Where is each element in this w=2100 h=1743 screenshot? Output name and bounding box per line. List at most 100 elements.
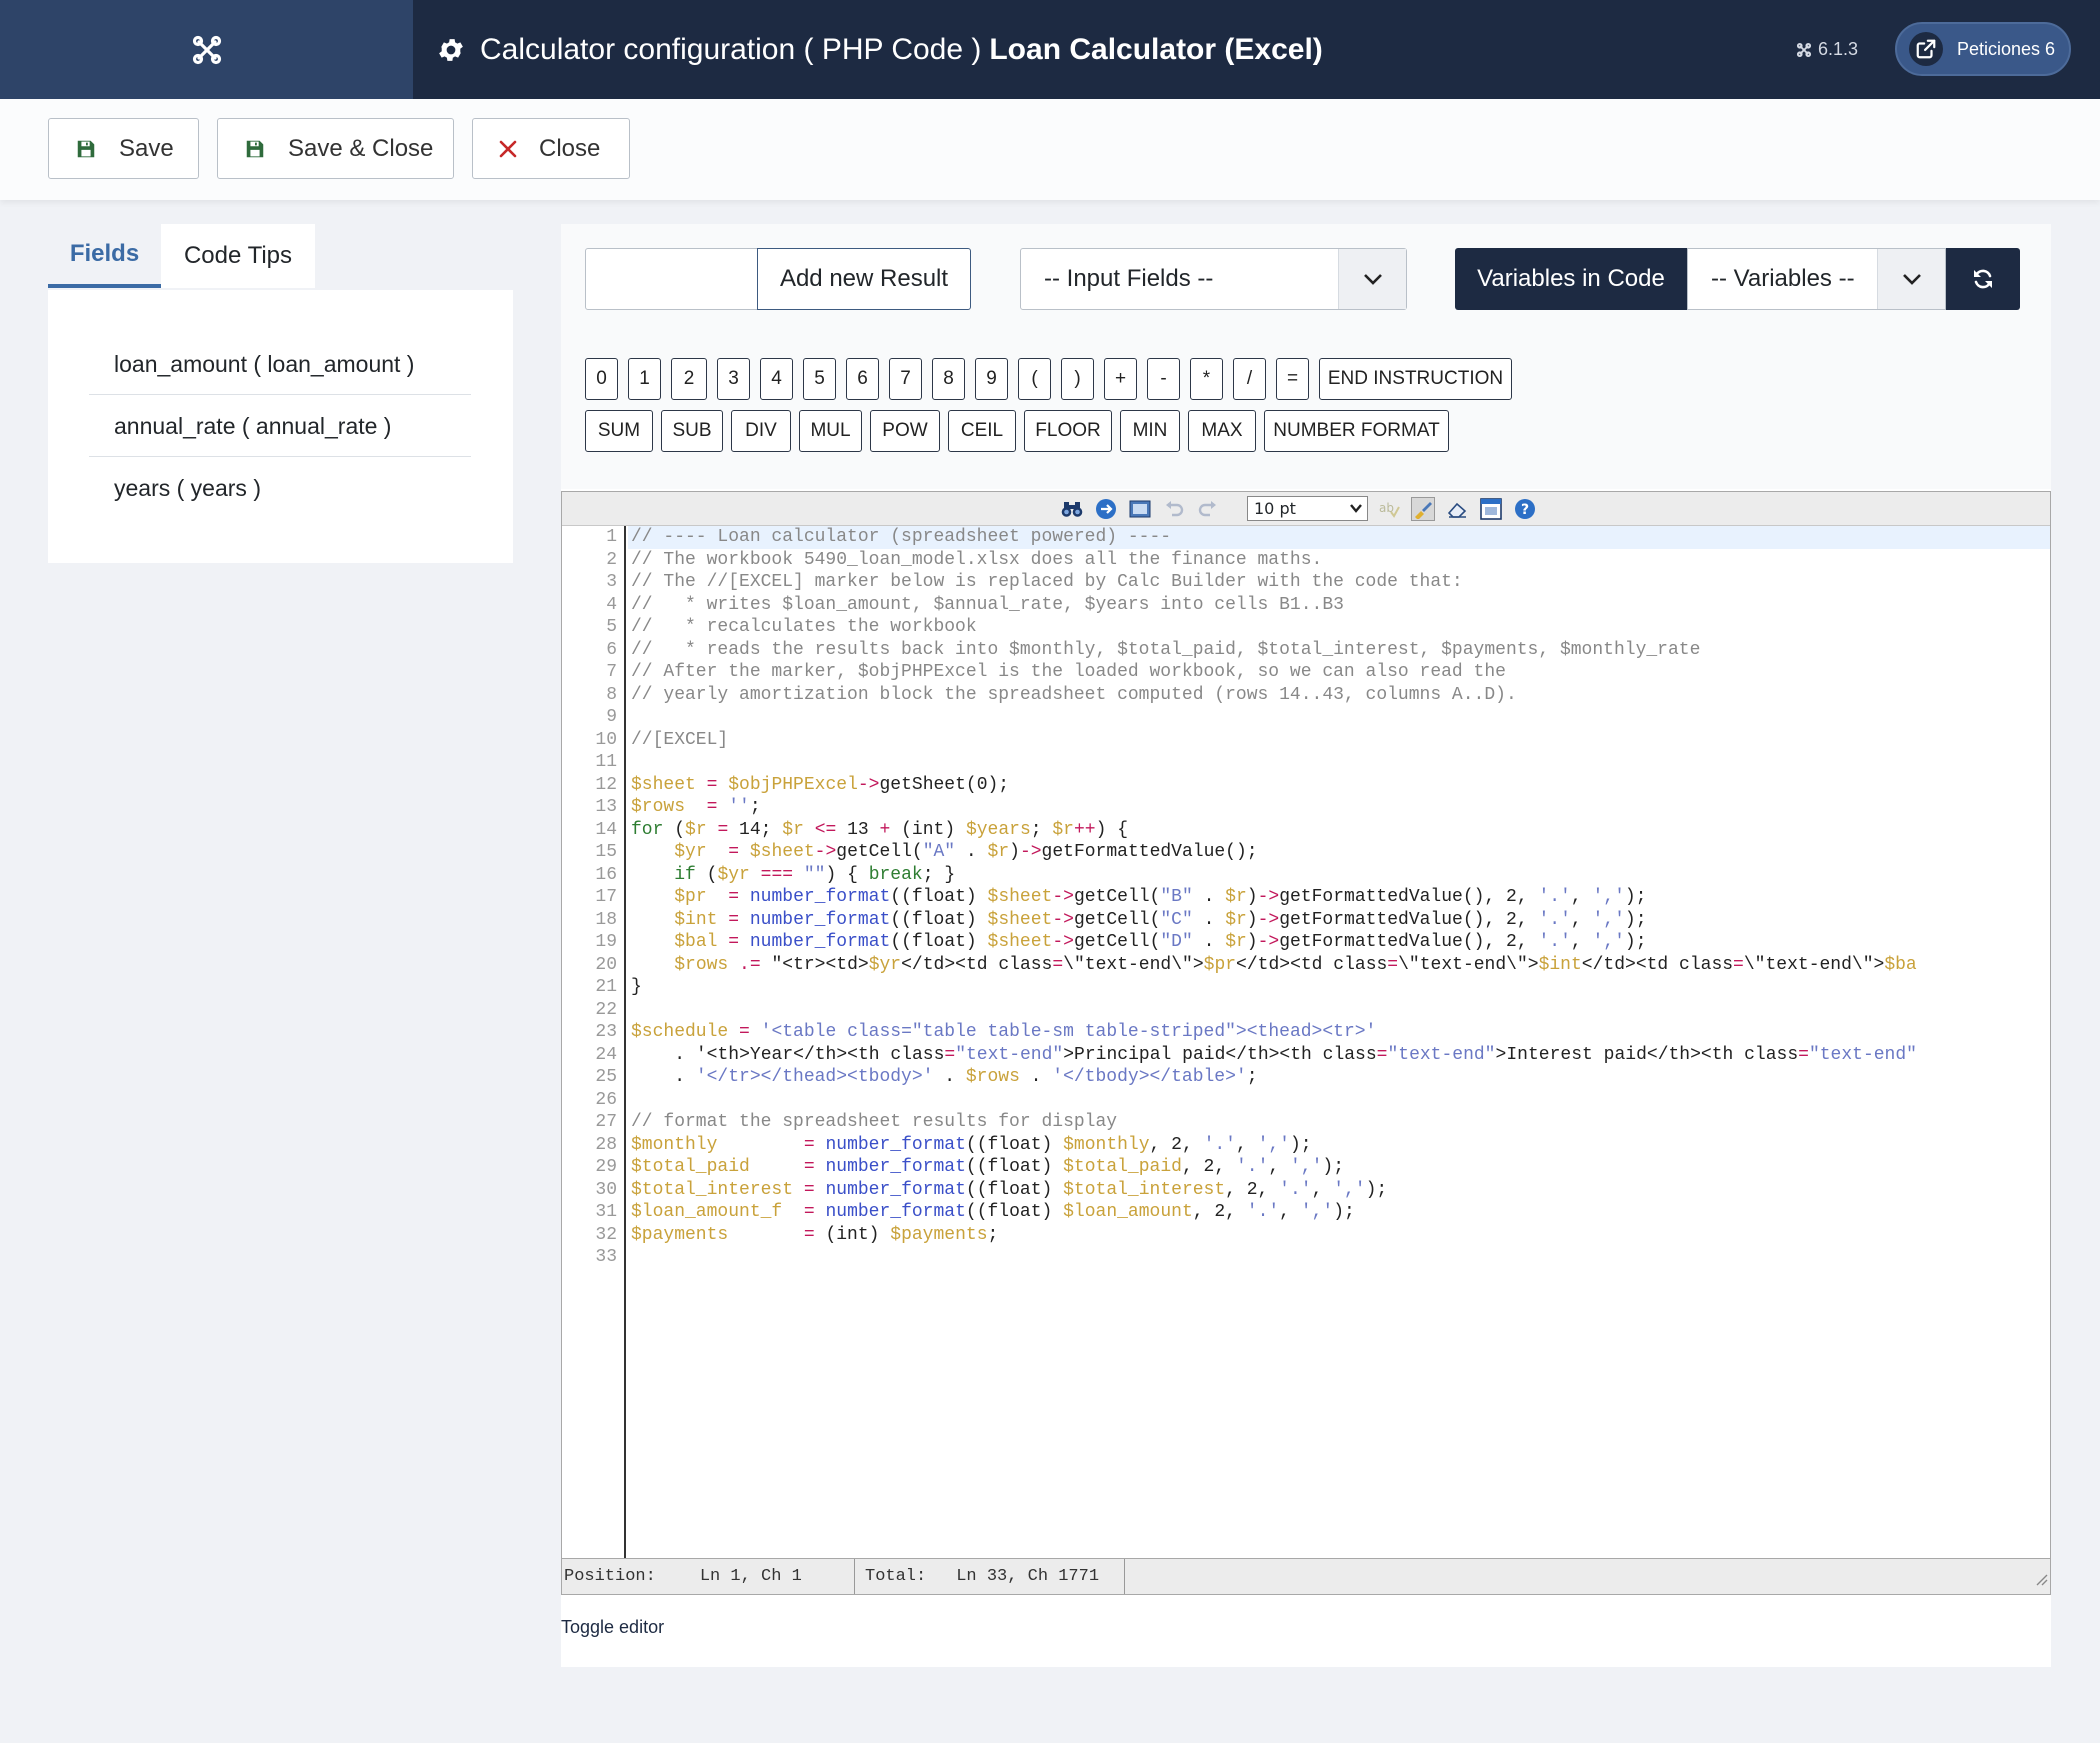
svg-text:?: ? [1521, 502, 1529, 518]
title-record-name: Loan Calculator (Excel) [989, 32, 1323, 66]
key-button[interactable]: 4 [760, 358, 793, 400]
settings-window-icon[interactable] [1479, 497, 1503, 521]
key-button[interactable]: + [1104, 358, 1137, 400]
code-line: $sheet = $objPHPExcel->getSheet(0); [631, 774, 1010, 795]
line-number: 22 [595, 999, 617, 1020]
line-number: 8 [606, 684, 617, 705]
editor-toolbar: 10 pt ab ? [562, 492, 2050, 526]
gear-icon [439, 38, 463, 61]
status-total-value: Ln 33, Ch 1771 [956, 1567, 1100, 1586]
key-button[interactable]: END INSTRUCTION [1319, 358, 1512, 400]
floppy-disk-icon [77, 140, 95, 157]
variables-select[interactable]: -- Variables -- [1687, 248, 1946, 310]
joomla-logo-icon[interactable] [0, 0, 413, 99]
function-button[interactable]: NUMBER FORMAT [1264, 410, 1449, 452]
result-name-input[interactable] [585, 248, 758, 310]
goto-line-icon[interactable] [1094, 497, 1118, 521]
eraser-icon[interactable] [1445, 497, 1469, 521]
version-label: 6.1.3 [1818, 39, 1859, 59]
input-fields-select[interactable]: -- Input Fields -- [1020, 248, 1407, 310]
key-button[interactable]: 7 [889, 358, 922, 400]
function-button[interactable]: SUB [661, 410, 723, 452]
spellcheck-icon[interactable]: ab [1377, 497, 1401, 521]
toggle-editor-link[interactable]: Toggle editor [561, 1617, 664, 1638]
line-number: 11 [595, 752, 617, 772]
key-button[interactable]: 8 [932, 358, 965, 400]
key-button[interactable]: 1 [628, 358, 661, 400]
peticiones-button[interactable]: Peticiones 6 [1895, 22, 2071, 76]
undo-icon[interactable] [1162, 497, 1186, 521]
status-position-value: Ln 1, Ch 1 [699, 1567, 802, 1586]
tab-fields[interactable]: Fields [48, 224, 161, 288]
function-button[interactable]: DIV [731, 410, 791, 452]
code-line: // format the spreadsheet results for di… [631, 1112, 1118, 1132]
search-icon[interactable] [1060, 497, 1084, 521]
function-button[interactable]: FLOOR [1024, 410, 1112, 452]
function-button[interactable]: SUM [585, 410, 653, 452]
code-line: // * recalculates the workbook [631, 617, 977, 637]
key-button[interactable]: / [1233, 358, 1266, 400]
tab-code-tips[interactable]: Code Tips [161, 224, 315, 288]
save-close-button[interactable]: Save & Close [217, 118, 454, 179]
key-button[interactable]: = [1276, 358, 1309, 400]
function-button[interactable]: POW [870, 410, 940, 452]
close-button[interactable]: Close [472, 118, 630, 179]
key-button[interactable]: 6 [846, 358, 879, 400]
key-button[interactable]: 0 [585, 358, 618, 400]
key-button[interactable]: ( [1018, 358, 1051, 400]
field-item-years[interactable]: years ( years ) [89, 458, 471, 519]
line-number: 32 [595, 1224, 617, 1245]
fullscreen-icon[interactable] [1128, 497, 1152, 521]
highlight-toggle-icon[interactable] [1411, 497, 1435, 521]
close-label: Close [539, 134, 601, 162]
refresh-variables-button[interactable] [1946, 248, 2020, 310]
line-number: 2 [606, 549, 617, 570]
key-button[interactable]: - [1147, 358, 1180, 400]
add-new-result-button[interactable]: Add new Result [757, 248, 971, 310]
code-line: // The //[EXCEL] marker below is replace… [631, 572, 1463, 592]
peticiones-label: Peticiones 6 [1957, 38, 2056, 59]
save-button[interactable]: Save [48, 118, 199, 179]
chevron-down-icon [1348, 500, 1364, 520]
key-button[interactable]: * [1190, 358, 1223, 400]
field-item-loan-amount[interactable]: loan_amount ( loan_amount ) [89, 334, 471, 395]
code-editor[interactable]: 10 pt ab ? 1 2 3 4 5 6 7 8 9 10 11 12 13 14 15 16 17 18 19… [561, 491, 2051, 1595]
function-button[interactable]: CEIL [948, 410, 1016, 452]
function-button[interactable]: MIN [1120, 410, 1180, 452]
line-number: 9 [606, 707, 617, 727]
line-number: 12 [595, 774, 617, 795]
redo-icon[interactable] [1196, 497, 1220, 521]
font-size-value: 10 pt [1254, 499, 1296, 518]
line-numbers: 1 2 3 4 5 6 7 8 9 10 11 12 13 14 15 16 17 18 19 20 21 22 23 24 2… [562, 526, 626, 1558]
field-item-annual-rate[interactable]: annual_rate ( annual_rate ) [89, 396, 471, 457]
code-content[interactable]: // ---- Loan calculator (spreadsheet pow… [628, 526, 2050, 1558]
key-button[interactable]: ) [1061, 358, 1094, 400]
code-line: $rows .= "<tr><td>$yr</td><td class=\"te… [674, 954, 1917, 975]
code-line: $rows = ''; [631, 797, 761, 817]
code-line: // * writes $loan_amount, $annual_rate, … [631, 594, 1344, 615]
code-line: // After the marker, $objPHPExcel is the… [631, 662, 1506, 682]
function-button[interactable]: MUL [799, 410, 862, 452]
help-icon[interactable]: ? [1513, 497, 1537, 521]
key-button[interactable]: 3 [717, 358, 750, 400]
key-button[interactable]: 5 [803, 358, 836, 400]
toolbar: Save Save & Close Close [0, 99, 2100, 200]
line-number: 21 [595, 977, 617, 997]
code-line: // yearly amortization block the spreads… [631, 684, 1517, 705]
function-button[interactable]: MAX [1188, 410, 1256, 452]
font-size-select[interactable]: 10 pt [1247, 496, 1368, 521]
line-number: 31 [595, 1202, 617, 1222]
line-number: 18 [595, 909, 617, 930]
resize-grip-icon[interactable] [2034, 1572, 2048, 1592]
code-line: $pr = number_format((float) $sheet->getC… [674, 887, 1647, 907]
line-number: 28 [595, 1134, 617, 1155]
key-button[interactable]: 2 [671, 358, 707, 400]
key-button[interactable]: 9 [975, 358, 1008, 400]
chevron-down-icon [1338, 249, 1406, 309]
title-prefix: Calculator configuration ( PHP Code ) [480, 32, 982, 66]
line-number: 30 [595, 1179, 617, 1200]
status-position: Position: Ln 1, Ch 1 [562, 1559, 855, 1594]
